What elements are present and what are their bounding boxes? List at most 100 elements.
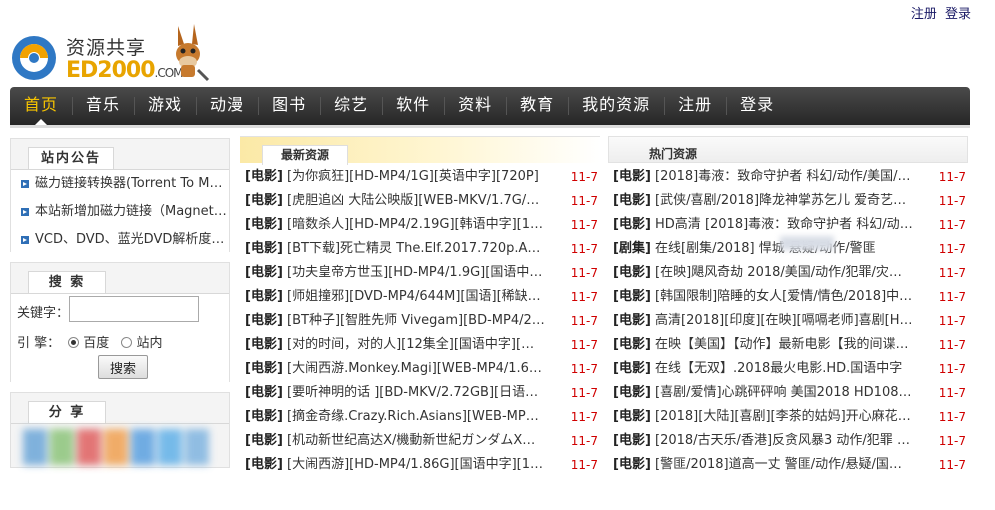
- keyword-label: 关键字：: [17, 306, 70, 321]
- hot-tab: 热门资源: [649, 147, 698, 161]
- share-icons-blurred[interactable]: [23, 429, 223, 465]
- latest-tab: 最新资源: [262, 145, 349, 165]
- arrow-bullet-icon: [21, 236, 29, 244]
- item-date: 11-7: [570, 194, 598, 208]
- item-date: 11-7: [570, 362, 598, 376]
- share-icon[interactable]: [131, 429, 155, 465]
- share-icon[interactable]: [104, 429, 128, 465]
- item-date: 11-7: [938, 290, 966, 304]
- notice-item[interactable]: 磁力链接转换器(Torrent To Magnet): [11, 170, 229, 198]
- notice-tab: 站内公告: [28, 147, 114, 169]
- latest-list: [电影] [为你疯狂][HD-MP4/1G][英语中字][720P] 11-7 […: [240, 165, 600, 477]
- nav-item-games[interactable]: 游戏: [134, 87, 196, 125]
- list-item[interactable]: [电影] 高清[2018][印度][在映][嗝嗝老师]喜剧[HD-MP4]11-…: [608, 309, 968, 333]
- share-icon[interactable]: [23, 429, 47, 465]
- list-item[interactable]: [电影] [在映]飓风奇劫 2018/美国/动作/犯罪/灾难 HD 11-7: [608, 261, 968, 285]
- nav-item-variety[interactable]: 综艺: [320, 87, 382, 125]
- list-item[interactable]: [电影] [功夫皇帝方世玉][HD-MP4/1.9G][国语中字][1080P]…: [240, 261, 600, 285]
- item-date: 11-7: [938, 218, 966, 232]
- notice-item[interactable]: VCD、DVD、蓝光DVD解析度区别: [11, 226, 229, 254]
- logo-text-cn: 资源共享: [66, 37, 147, 59]
- radio-checked-icon[interactable]: [68, 337, 80, 348]
- list-item[interactable]: [电影] [BT下载]死亡精灵 The.Elf.2017.720p.AMZN.W…: [240, 237, 600, 261]
- item-date: 11-7: [938, 458, 966, 472]
- item-date: 11-7: [570, 314, 598, 328]
- item-date: 11-7: [570, 338, 598, 352]
- register-link[interactable]: 注册: [911, 7, 937, 22]
- share-icon[interactable]: [77, 429, 101, 465]
- share-box: 分 享: [10, 392, 230, 468]
- list-item[interactable]: [电影] [摘金奇缘.Crazy.Rich.Asians][WEB-MP4/3.…: [240, 405, 600, 429]
- list-item[interactable]: [电影] [警匪/2018]道高一丈 警匪/动作/悬疑/国语中字 11-7: [608, 453, 968, 477]
- item-date: 11-7: [938, 410, 966, 424]
- list-item[interactable]: [电影] [虎胆追凶 大陆公映版][WEB-MKV/1.7G/4.4G][国语中…: [240, 189, 600, 213]
- login-link[interactable]: 登录: [945, 7, 971, 22]
- list-item[interactable]: [电影] [大闹西游.Monkey.Magi][WEB-MP4/1.6GB][国…: [240, 357, 600, 381]
- list-item[interactable]: [电影] HD高清 [2018]毒液：致命守护者 科幻/动作/美国11-7: [608, 213, 968, 237]
- list-item[interactable]: [电影] [武侠/喜剧/2018]降龙神掌苏乞儿 爱奇艺会员 11-7: [608, 189, 968, 213]
- item-date: 11-7: [938, 362, 966, 376]
- share-icon[interactable]: [158, 429, 182, 465]
- hot-panel: 热门资源 [电影] [2018]毒液：致命守护者 科幻/动作/美国/漫威 11-7…: [608, 136, 968, 477]
- latest-panel-header: 最新资源: [240, 136, 600, 165]
- item-date: 11-7: [570, 266, 598, 280]
- engine-option-baidu[interactable]: 百度: [68, 336, 109, 351]
- nav-item-home[interactable]: 首页: [10, 87, 72, 125]
- item-date: 11-7: [938, 242, 966, 256]
- item-date: 11-7: [938, 434, 966, 448]
- nav-item-books[interactable]: 图书: [258, 87, 320, 125]
- list-item[interactable]: [电影] [对的时间，对的人][12集全][国语中字][WEB-MP4]11-7: [240, 333, 600, 357]
- list-item[interactable]: [电影] [2018/古天乐/香港]反贪风暴3 动作/犯罪 HD国语11-7: [608, 429, 968, 453]
- search-box: 搜 索 关键字： 引 擎： 百度 站内 搜索: [10, 262, 230, 382]
- share-icon[interactable]: [185, 429, 209, 465]
- share-tab: 分 享: [28, 401, 106, 423]
- search-button[interactable]: 搜索: [98, 355, 148, 379]
- search-tab: 搜 索: [28, 271, 106, 293]
- engine-option-site[interactable]: 站内: [121, 336, 162, 351]
- nav-item-register[interactable]: 注册: [664, 87, 726, 125]
- hot-list: [电影] [2018]毒液：致命守护者 科幻/动作/美国/漫威 11-7 [电影]…: [608, 165, 968, 477]
- keyword-input[interactable]: [69, 296, 199, 322]
- item-date: 11-7: [570, 242, 598, 256]
- item-date: 11-7: [570, 410, 598, 424]
- nav-item-my-resources[interactable]: 我的资源: [568, 87, 664, 125]
- list-item[interactable]: [电影] 在线【无双】.2018最火电影.HD.国语中字 11-7: [608, 357, 968, 381]
- list-item[interactable]: [电影] [大闹西游][HD-MP4/1.86G][国语中字][1080P] 11…: [240, 453, 600, 477]
- nav-item-education[interactable]: 教育: [506, 87, 568, 125]
- item-date: 11-7: [570, 458, 598, 472]
- redacted-blur: [780, 236, 834, 250]
- list-item[interactable]: [电影] [2018]毒液：致命守护者 科幻/动作/美国/漫威 11-7: [608, 165, 968, 189]
- nav-item-software[interactable]: 软件: [382, 87, 444, 125]
- item-date: 11-7: [570, 170, 598, 184]
- top-links: 注册 登录: [907, 3, 971, 22]
- list-item[interactable]: [电影] [韩国限制]陪睡的女人[爱情/情色/2018]中英字幕 11-7: [608, 285, 968, 309]
- list-item[interactable]: [电影] [师姐撞邪][DVD-MP4/644M][国语][稀缺经典老片]11-…: [240, 285, 600, 309]
- share-icon[interactable]: [50, 429, 74, 465]
- list-item[interactable]: [电影] [2018][大陆][喜剧][李茶的姑妈]开心麻花[HD-MP4]11…: [608, 405, 968, 429]
- mascot-donkey-icon: [176, 24, 210, 82]
- list-item[interactable]: [电影] [喜剧/爱情]心跳砰砰响 美国2018 HD1080p 中字11-7: [608, 381, 968, 405]
- notice-item[interactable]: 本站新增加磁力链接（Magnet URI）: [11, 198, 229, 226]
- radio-unchecked-icon[interactable]: [121, 337, 133, 348]
- nav-item-music[interactable]: 音乐: [72, 87, 134, 125]
- nav-item-anime[interactable]: 动漫: [196, 87, 258, 125]
- list-item[interactable]: [电影] [要听神明的话 ][BD-MKV/2.72GB][日语中字][1080…: [240, 381, 600, 405]
- site-logo[interactable]: 资源共享 ED2000.COM: [10, 20, 210, 86]
- list-item[interactable]: [电影] [机动新世纪高达X/機動新世紀ガンダムX（1996）]11-7: [240, 429, 600, 453]
- list-item[interactable]: [电影] [BT种子][智胜先师 Vivegam][BD-MP4/2.0G][印…: [240, 309, 600, 333]
- arrow-bullet-icon: [21, 208, 29, 216]
- item-date: 11-7: [938, 338, 966, 352]
- engine-row: 引 擎： 百度 站内: [17, 332, 162, 351]
- item-date: 11-7: [570, 434, 598, 448]
- nav-item-materials[interactable]: 资料: [444, 87, 506, 125]
- item-date: 11-7: [938, 194, 966, 208]
- list-item[interactable]: [电影] 在映【美国】【动作】最新电影【我的间谍前男友】11-7: [608, 333, 968, 357]
- list-item[interactable]: [电影] [暗数杀人][HD-MP4/2.19G][韩语中字][1080P] 11…: [240, 213, 600, 237]
- engine-label: 引 擎：: [17, 336, 61, 351]
- logo-brand: ED2000: [66, 58, 156, 83]
- notice-list: 磁力链接转换器(Torrent To Magnet) 本站新增加磁力链接（Mag…: [11, 170, 229, 254]
- item-date: 11-7: [938, 314, 966, 328]
- list-item[interactable]: [电影] [为你疯狂][HD-MP4/1G][英语中字][720P] 11-7: [240, 165, 600, 189]
- item-date: 11-7: [938, 170, 966, 184]
- nav-item-login[interactable]: 登录: [726, 87, 788, 125]
